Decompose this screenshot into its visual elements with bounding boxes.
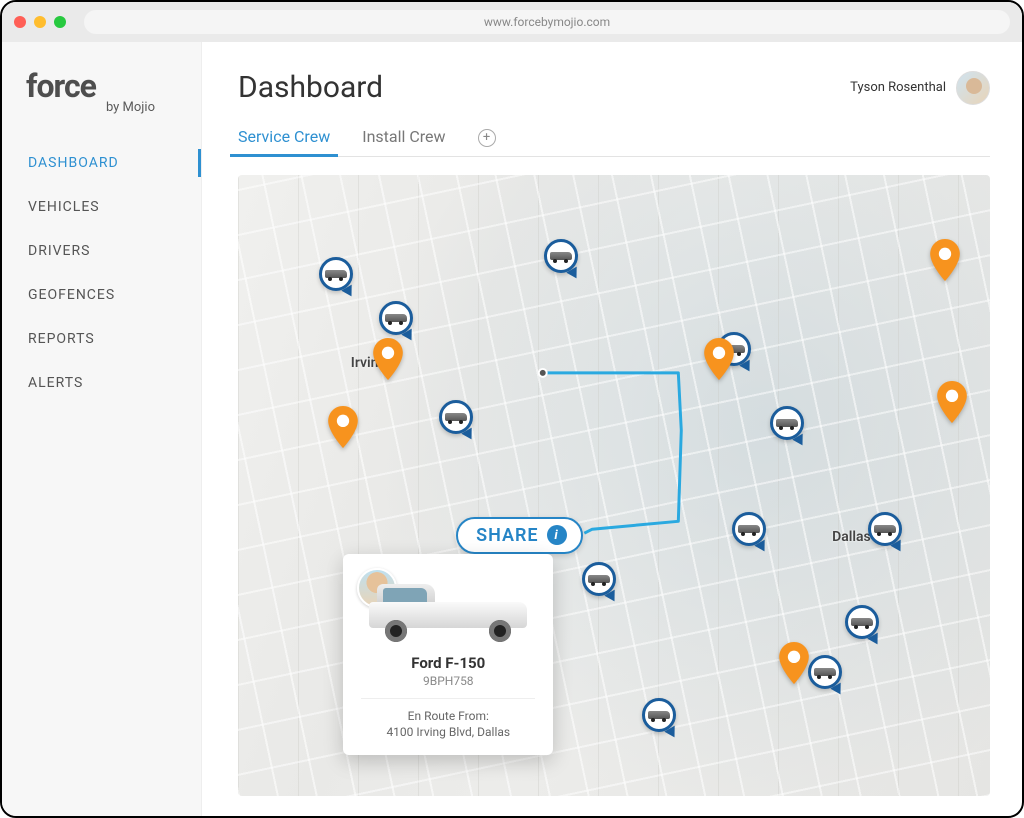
nav: DASHBOARD VEHICLES DRIVERS GEOFENCES REP… bbox=[2, 141, 201, 405]
vehicle-marker[interactable] bbox=[642, 698, 676, 732]
status-label: En Route From: bbox=[355, 709, 541, 723]
vehicle-popup: Ford F-150 9BPH758 En Route From: 4100 I… bbox=[343, 554, 553, 755]
vehicle-image bbox=[363, 574, 533, 646]
vehicle-icon bbox=[814, 666, 836, 678]
tab-service-crew[interactable]: Service Crew bbox=[238, 127, 330, 156]
status-address: 4100 Irving Blvd, Dallas bbox=[355, 725, 541, 739]
vehicle-icon bbox=[776, 417, 798, 429]
vehicle-icon bbox=[874, 523, 896, 535]
nav-geofences[interactable]: GEOFENCES bbox=[2, 273, 201, 317]
avatar bbox=[956, 71, 990, 105]
maximize-window-button[interactable] bbox=[54, 16, 66, 28]
share-label: SHARE bbox=[476, 525, 539, 546]
browser-titlebar: www.forcebymojio.com bbox=[2, 2, 1022, 42]
geofence-pin[interactable] bbox=[930, 239, 960, 281]
vehicle-marker[interactable] bbox=[582, 562, 616, 596]
geofence-pin[interactable] bbox=[779, 642, 809, 684]
add-tab-button[interactable]: + bbox=[478, 129, 496, 147]
vehicle-marker[interactable] bbox=[319, 257, 353, 291]
page-title: Dashboard bbox=[238, 70, 383, 105]
nav-vehicles[interactable]: VEHICLES bbox=[2, 185, 201, 229]
vehicle-icon bbox=[325, 268, 347, 280]
vehicle-marker[interactable] bbox=[770, 406, 804, 440]
app-root: force by Mojio DASHBOARD VEHICLES DRIVER… bbox=[2, 42, 1022, 816]
nav-alerts[interactable]: ALERTS bbox=[2, 361, 201, 405]
map-city-label: Dallas bbox=[832, 529, 871, 545]
brand-name: force bbox=[26, 70, 181, 102]
nav-dashboard[interactable]: DASHBOARD bbox=[2, 141, 201, 185]
vehicle-plate: 9BPH758 bbox=[355, 674, 541, 688]
minimize-window-button[interactable] bbox=[34, 16, 46, 28]
crew-tabs: Service Crew Install Crew + bbox=[238, 127, 990, 157]
vehicle-marker[interactable] bbox=[845, 605, 879, 639]
browser-window: www.forcebymojio.com force by Mojio DASH… bbox=[0, 0, 1024, 818]
vehicle-icon bbox=[550, 250, 572, 262]
vehicle-icon bbox=[588, 573, 610, 585]
user-menu[interactable]: Tyson Rosenthal bbox=[850, 71, 990, 105]
plus-icon: + bbox=[483, 130, 490, 145]
vehicle-marker[interactable] bbox=[868, 512, 902, 546]
page-header: Dashboard Tyson Rosenthal bbox=[238, 70, 990, 105]
geofence-pin[interactable] bbox=[704, 338, 734, 380]
vehicle-icon bbox=[851, 616, 873, 628]
vehicle-icon bbox=[648, 709, 670, 721]
address-bar[interactable]: www.forcebymojio.com bbox=[84, 10, 1010, 34]
main-content: Dashboard Tyson Rosenthal Service Crew I… bbox=[202, 42, 1022, 816]
vehicle-marker[interactable] bbox=[544, 239, 578, 273]
geofence-pin[interactable] bbox=[328, 406, 358, 448]
fleet-map[interactable]: SHARE i Ford F-150 9BPH758 En bbox=[238, 175, 990, 796]
nav-drivers[interactable]: DRIVERS bbox=[2, 229, 201, 273]
window-controls bbox=[14, 16, 66, 28]
close-window-button[interactable] bbox=[14, 16, 26, 28]
info-icon[interactable]: i bbox=[547, 525, 567, 545]
divider bbox=[361, 698, 535, 699]
vehicle-icon bbox=[738, 523, 760, 535]
sidebar: force by Mojio DASHBOARD VEHICLES DRIVER… bbox=[2, 42, 202, 816]
vehicle-title: Ford F-150 bbox=[355, 654, 541, 672]
geofence-pin[interactable] bbox=[937, 381, 967, 423]
share-button[interactable]: SHARE i bbox=[456, 517, 583, 554]
tab-install-crew[interactable]: Install Crew bbox=[362, 127, 445, 156]
vehicle-icon bbox=[385, 312, 407, 324]
nav-reports[interactable]: REPORTS bbox=[2, 317, 201, 361]
vehicle-icon bbox=[445, 411, 467, 423]
vehicle-marker[interactable] bbox=[808, 655, 842, 689]
geofence-pin[interactable] bbox=[373, 338, 403, 380]
vehicle-marker[interactable] bbox=[732, 512, 766, 546]
user-name: Tyson Rosenthal bbox=[850, 80, 946, 95]
vehicle-marker[interactable] bbox=[439, 400, 473, 434]
vehicle-marker[interactable] bbox=[379, 301, 413, 335]
brand-logo: force by Mojio bbox=[2, 70, 201, 141]
